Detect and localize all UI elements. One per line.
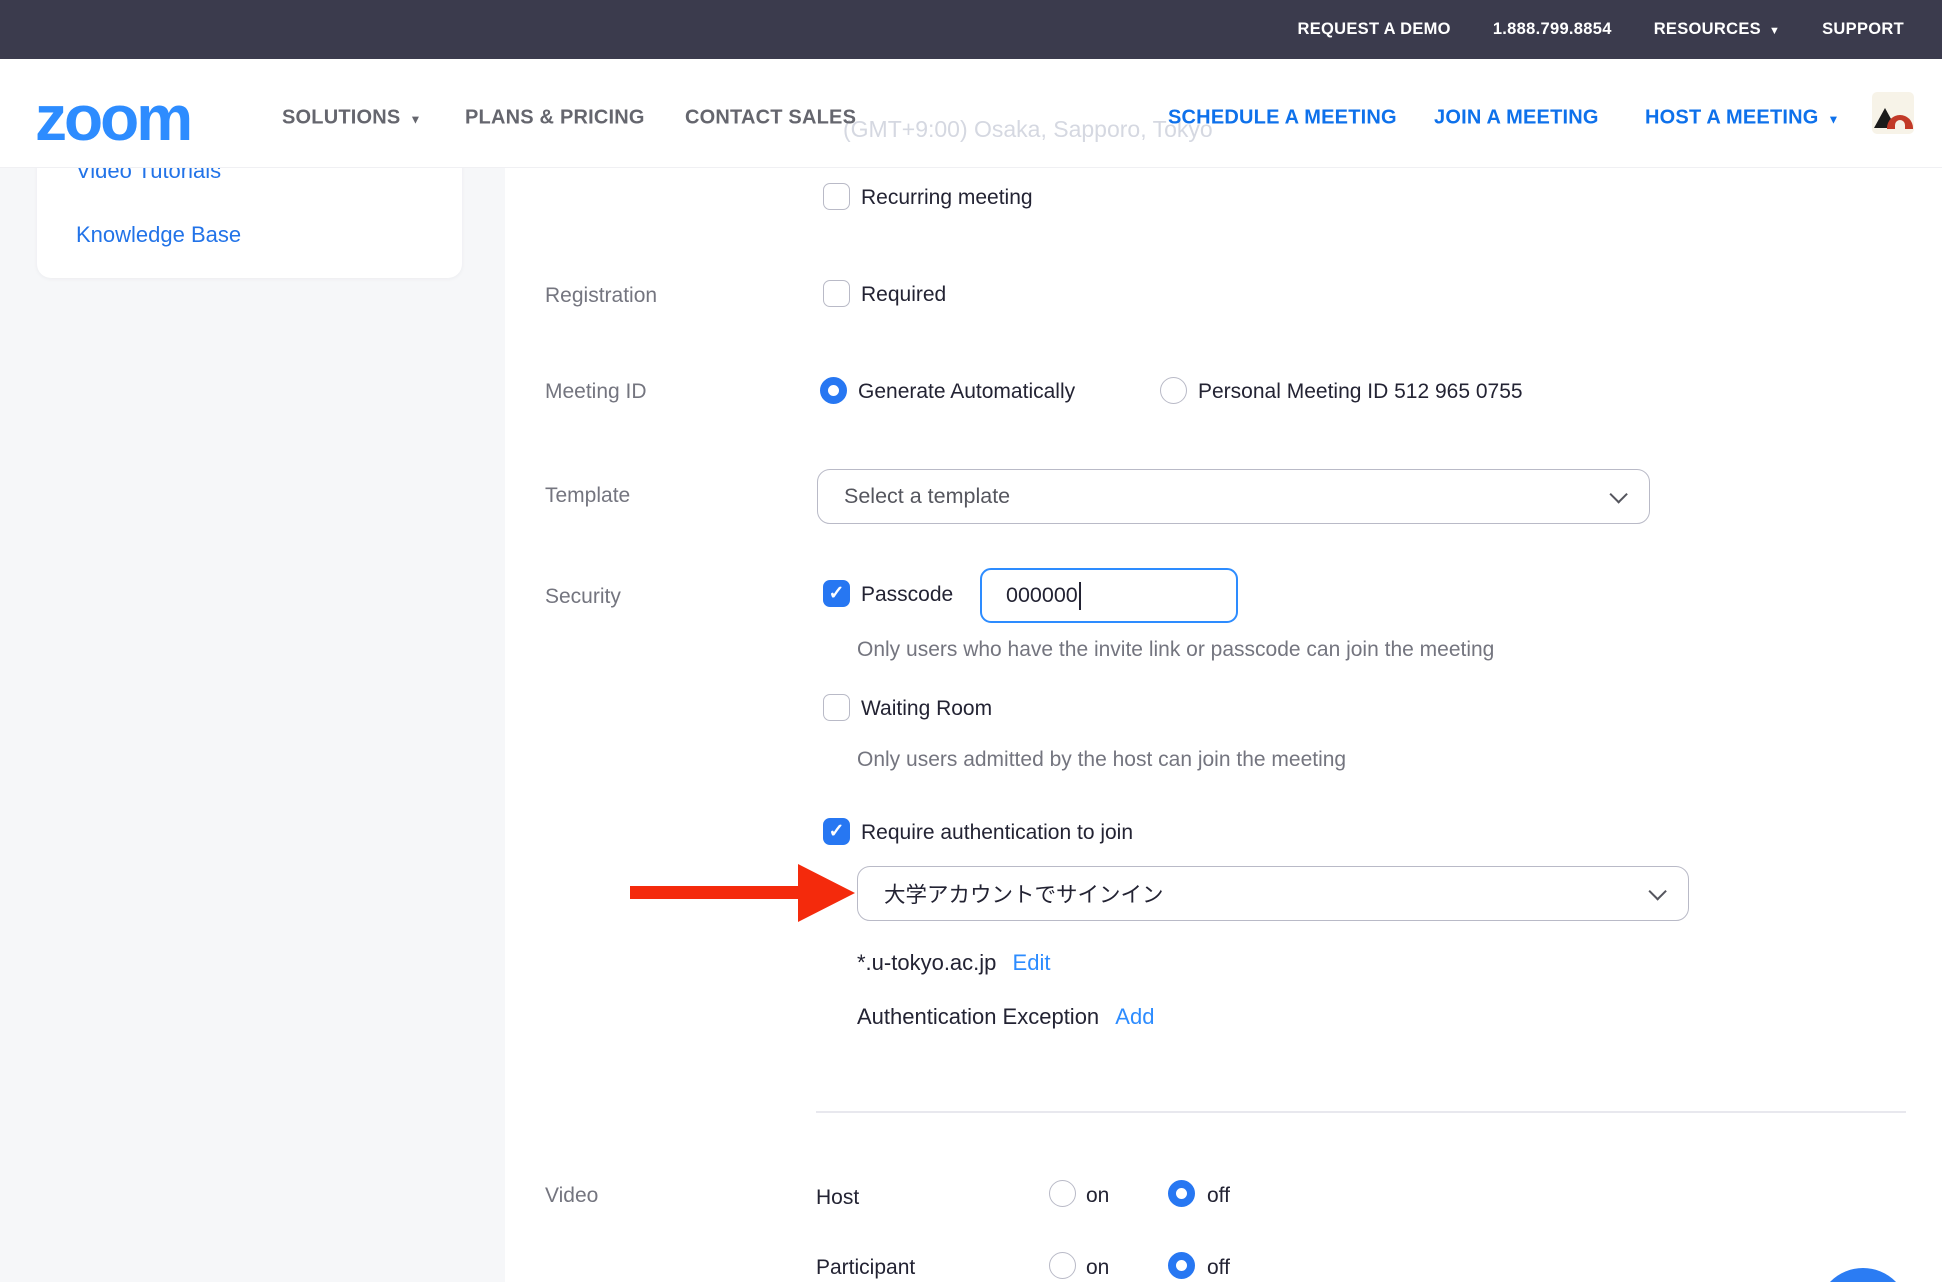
- auth-method-select[interactable]: 大学アカウントでサインイン: [857, 866, 1689, 921]
- add-link[interactable]: Add: [1115, 1004, 1154, 1029]
- text-caret: [1079, 582, 1081, 610]
- help-chat-button[interactable]: [1817, 1268, 1909, 1282]
- chevron-down-icon: ▼: [409, 112, 421, 126]
- meeting-id-generate-radio[interactable]: [820, 377, 847, 404]
- video-participant-off-radio[interactable]: [1168, 1252, 1195, 1279]
- video-participant-on-label: on: [1086, 1256, 1109, 1280]
- video-host-on-radio[interactable]: [1049, 1180, 1076, 1207]
- chevron-down-icon: ▼: [1828, 112, 1840, 126]
- waiting-room-help-text: Only users admitted by the host can join…: [857, 748, 1346, 772]
- security-label: Security: [545, 585, 621, 609]
- template-label: Template: [545, 484, 630, 508]
- utility-topbar: REQUEST A DEMO 1.888.799.8854 RESOURCES …: [0, 0, 1942, 59]
- video-participant-label: Participant: [816, 1256, 915, 1280]
- require-auth-label: Require authentication to join: [861, 821, 1133, 845]
- auth-domain-row: *.u-tokyo.ac.jp Edit: [857, 950, 1050, 976]
- registration-required-label: Required: [861, 283, 946, 307]
- meeting-id-personal-label: Personal Meeting ID 512 965 0755: [1198, 380, 1523, 404]
- nav-plans-pricing[interactable]: PLANS & PRICING: [465, 107, 645, 130]
- video-host-off-label: off: [1207, 1184, 1230, 1208]
- recurring-meeting-checkbox[interactable]: [823, 183, 850, 210]
- section-divider: [816, 1111, 1906, 1113]
- video-host-off-radio[interactable]: [1168, 1180, 1195, 1207]
- annotation-arrow-shaft: [630, 886, 800, 899]
- nav-schedule-meeting[interactable]: SCHEDULE A MEETING: [1168, 107, 1397, 130]
- ghost-timezone-text: (GMT+9:00) Osaka, Sapporo, Tokyo: [843, 116, 1213, 143]
- passcode-value: 000000: [1006, 583, 1078, 608]
- passcode-help-text: Only users who have the invite link or p…: [857, 638, 1494, 662]
- meeting-id-generate-label: Generate Automatically: [858, 380, 1075, 404]
- template-select-value: Select a template: [844, 484, 1010, 509]
- require-auth-checkbox[interactable]: [823, 818, 850, 845]
- nav-host-meeting-label: HOST A MEETING: [1645, 107, 1819, 130]
- waiting-room-label: Waiting Room: [861, 697, 992, 721]
- zoom-logo[interactable]: zoom: [35, 86, 190, 150]
- video-host-on-label: on: [1086, 1184, 1109, 1208]
- nav-host-meeting[interactable]: HOST A MEETING ▼: [1645, 107, 1840, 130]
- waiting-room-checkbox[interactable]: [823, 694, 850, 721]
- support-link[interactable]: SUPPORT: [1822, 20, 1904, 39]
- video-participant-off-label: off: [1207, 1256, 1230, 1280]
- nav-join-meeting[interactable]: JOIN A MEETING: [1434, 107, 1599, 130]
- resources-label: RESOURCES: [1654, 20, 1761, 39]
- passcode-input[interactable]: 000000: [980, 568, 1238, 623]
- chevron-down-icon: [1648, 882, 1666, 900]
- avatar-red-arch-inner: [1895, 120, 1905, 129]
- passcode-label: Passcode: [861, 583, 953, 607]
- video-label: Video: [545, 1184, 598, 1208]
- phone-number[interactable]: 1.888.799.8854: [1493, 20, 1612, 39]
- registration-required-checkbox[interactable]: [823, 280, 850, 307]
- edit-link[interactable]: Edit: [1013, 950, 1051, 975]
- auth-method-value: 大学アカウントでサインイン: [884, 878, 1164, 909]
- chevron-down-icon: [1609, 485, 1627, 503]
- user-avatar[interactable]: [1872, 92, 1914, 134]
- template-select[interactable]: Select a template: [817, 469, 1650, 524]
- passcode-checkbox[interactable]: [823, 580, 850, 607]
- nav-solutions-label: SOLUTIONS: [282, 107, 400, 130]
- auth-domain: *.u-tokyo.ac.jp: [857, 950, 996, 975]
- nav-contact-sales[interactable]: CONTACT SALES: [685, 107, 856, 130]
- meeting-id-label: Meeting ID: [545, 380, 647, 404]
- auth-exception-label: Authentication Exception: [857, 1004, 1099, 1029]
- meeting-id-personal-radio[interactable]: [1160, 377, 1187, 404]
- registration-label: Registration: [545, 284, 657, 308]
- request-demo-link[interactable]: REQUEST A DEMO: [1297, 20, 1450, 39]
- video-host-label: Host: [816, 1186, 859, 1210]
- nav-solutions[interactable]: SOLUTIONS ▼: [282, 107, 422, 130]
- resources-menu[interactable]: RESOURCES ▼: [1654, 20, 1780, 39]
- auth-exception-row: Authentication Exception Add: [857, 1004, 1154, 1030]
- recurring-meeting-label: Recurring meeting: [861, 186, 1033, 210]
- video-participant-on-radio[interactable]: [1049, 1252, 1076, 1279]
- annotation-arrow-icon: [798, 864, 855, 922]
- chevron-down-icon: ▼: [1769, 25, 1780, 37]
- sidebar-item-knowledge-base[interactable]: Knowledge Base: [76, 222, 241, 248]
